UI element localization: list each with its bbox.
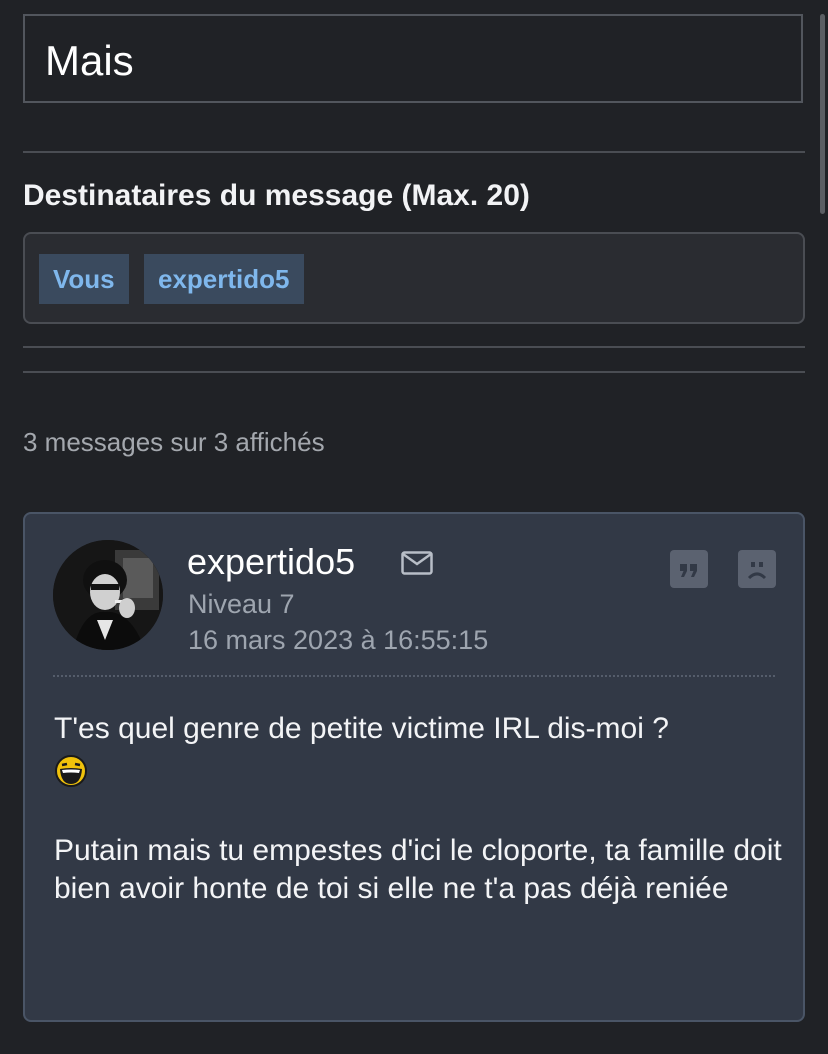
divider: [23, 346, 805, 348]
messages-count: 3 messages sur 3 affichés: [23, 427, 325, 457]
recipients-list: Vous expertido5: [23, 232, 805, 324]
subject-title: Mais: [45, 37, 134, 84]
quote-button[interactable]: [670, 550, 708, 588]
recipient-tag-expertido5[interactable]: expertido5: [144, 254, 304, 304]
divider: [23, 371, 805, 373]
scrollbar[interactable]: [820, 14, 825, 214]
quote-icon: [680, 564, 697, 577]
message-body: T'es quel genre de petite victime IRL di…: [54, 710, 784, 908]
mail-icon[interactable]: [401, 551, 433, 575]
avatar[interactable]: [53, 540, 163, 650]
message-line-1: T'es quel genre de petite victime IRL di…: [54, 712, 669, 745]
header-separator: [53, 675, 775, 677]
divider: [23, 151, 805, 153]
message-card: expertido5 Niveau 7 16 mars 2023 à 16:55…: [23, 512, 805, 1022]
message-line-2: Putain mais tu empestes d'ici le cloport…: [54, 834, 782, 906]
author-name[interactable]: expertido5: [187, 542, 355, 582]
report-button[interactable]: [738, 550, 776, 588]
laughing-smiley-icon: [55, 755, 87, 788]
message-date: 16 mars 2023 à 16:55:15: [188, 625, 489, 655]
avatar-image: [53, 540, 163, 650]
recipients-title: Destinataires du message (Max. 20): [23, 179, 530, 212]
private-message-page: Mais Destinataires du message (Max. 20) …: [0, 0, 828, 1054]
author-level: Niveau 7: [188, 589, 295, 619]
subject-field: Mais: [23, 14, 803, 103]
recipient-tag-vous[interactable]: Vous: [39, 254, 129, 304]
sad-face-icon: [747, 562, 767, 580]
